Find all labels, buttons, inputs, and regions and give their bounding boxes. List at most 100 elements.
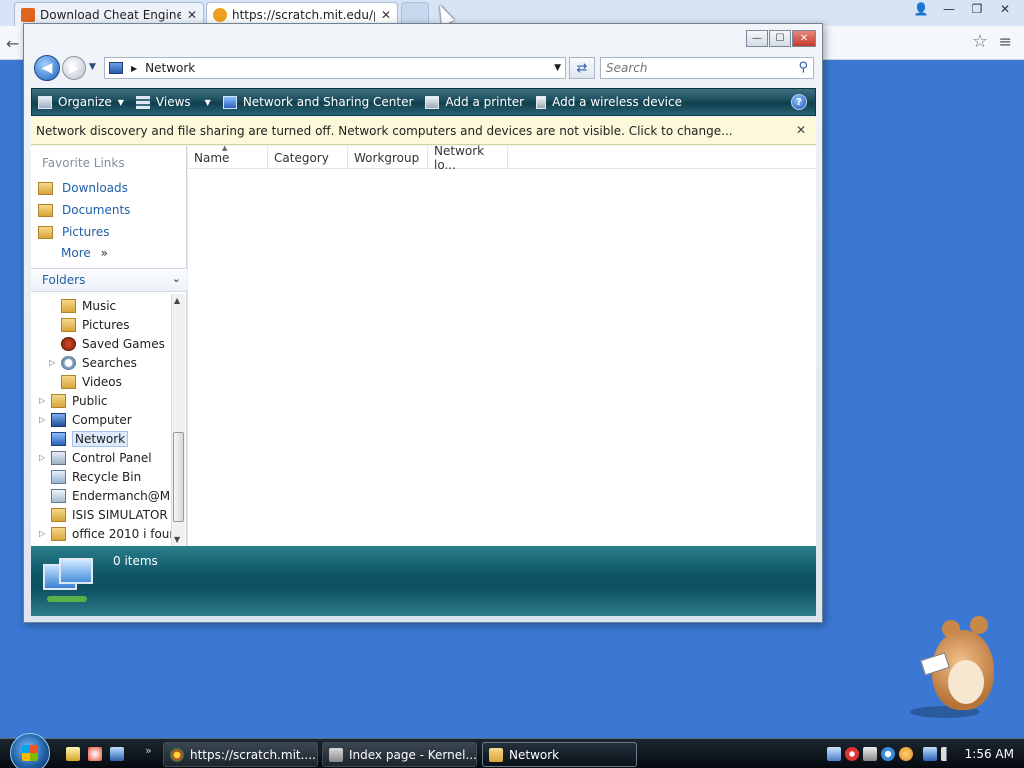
- expand-arrow-icon[interactable]: ▷: [39, 529, 49, 538]
- tree-item-pictures[interactable]: Pictures: [49, 315, 130, 334]
- refresh-button[interactable]: ⇄: [569, 57, 595, 79]
- infobar-message[interactable]: Network discovery and file sharing are t…: [36, 124, 733, 138]
- quicklaunch-app-icon[interactable]: [66, 747, 80, 761]
- tray-app-icon[interactable]: [826, 747, 841, 761]
- scrollbar-thumb[interactable]: [173, 432, 184, 522]
- recent-pages-dropdown-icon[interactable]: ▼: [89, 62, 96, 72]
- search-input[interactable]: [601, 58, 781, 78]
- quicklaunch-browser-icon[interactable]: [88, 747, 102, 761]
- tree-item-public[interactable]: ▷ Public: [39, 391, 108, 410]
- tree-item-saved-games[interactable]: Saved Games: [49, 334, 165, 353]
- favorite-link-documents[interactable]: Documents: [38, 201, 130, 219]
- column-label: Network lo...: [434, 143, 485, 172]
- network-sharing-center-label: Network and Sharing Center: [242, 95, 414, 109]
- chevron-down-icon[interactable]: ▼: [205, 98, 211, 107]
- expand-arrow-icon[interactable]: ▷: [39, 396, 49, 405]
- show-desktop-icon[interactable]: [110, 747, 124, 761]
- security-alert-icon[interactable]: [844, 747, 859, 761]
- address-dropdown-icon[interactable]: ▼: [554, 63, 561, 73]
- folders-header[interactable]: Folders ⌄: [31, 268, 187, 292]
- expand-arrow-icon[interactable]: ▷: [39, 415, 49, 424]
- minimize-button[interactable]: —: [746, 30, 768, 47]
- chevron-down-icon: ▼: [117, 97, 124, 107]
- network-large-icon: [41, 558, 95, 606]
- browser-minimize-button[interactable]: —: [936, 0, 962, 18]
- tree-item-recycle-bin[interactable]: Recycle Bin: [39, 467, 141, 486]
- cheat-engine-favicon-icon: [21, 7, 35, 22]
- quicklaunch-more-icon[interactable]: »: [145, 744, 152, 757]
- start-button[interactable]: [10, 733, 50, 768]
- organize-button[interactable]: Organize ▼: [32, 95, 130, 109]
- clock[interactable]: 1:56 AM: [965, 747, 1014, 761]
- address-bar[interactable]: ▶ Network ▼: [104, 57, 566, 79]
- browser-menu-icon[interactable]: ≡: [999, 32, 1012, 51]
- close-button[interactable]: ✕: [792, 30, 816, 47]
- taskbar-button-network[interactable]: Network: [482, 742, 637, 767]
- breadcrumb-arrow-icon[interactable]: ▶: [131, 64, 137, 73]
- maximize-button[interactable]: ☐: [769, 30, 791, 47]
- searches-icon: [61, 355, 76, 370]
- tree-item-searches[interactable]: ▷ Searches: [49, 353, 137, 372]
- breadcrumb-network[interactable]: Network: [145, 61, 195, 75]
- tree-item-music[interactable]: Music: [49, 296, 116, 315]
- more-links-button[interactable]: More »: [61, 246, 108, 260]
- tree-item-videos[interactable]: Videos: [49, 372, 122, 391]
- browser-close-button[interactable]: ✕: [992, 0, 1018, 18]
- tree-item-office-2010[interactable]: ▷ office 2010 i found: [39, 524, 171, 543]
- forward-button[interactable]: ▶: [62, 56, 86, 80]
- tree-item-user-folder[interactable]: Endermanch@ME: [39, 486, 171, 505]
- tree-item-computer[interactable]: ▷ Computer: [39, 410, 132, 429]
- tab-close-icon[interactable]: ✕: [381, 8, 391, 22]
- favorite-link-label: Documents: [62, 203, 131, 217]
- tray-search-icon[interactable]: [898, 747, 913, 761]
- browser-back-icon[interactable]: ←: [6, 34, 19, 53]
- tab-close-icon[interactable]: ✕: [187, 8, 197, 22]
- scroll-down-icon[interactable]: ▼: [174, 535, 180, 544]
- taskbar-button-scratch[interactable]: https://scratch.mit....: [163, 742, 318, 767]
- column-header-name[interactable]: ▲ Name: [188, 144, 268, 169]
- column-label: Workgroup: [354, 150, 420, 165]
- browser-restore-button[interactable]: ❐: [964, 0, 990, 18]
- add-printer-button[interactable]: Add a printer: [419, 95, 530, 109]
- tree-item-label: Music: [82, 298, 117, 313]
- bookmark-star-icon[interactable]: ☆: [972, 31, 988, 52]
- network-discovery-infobar[interactable]: Network discovery and file sharing are t…: [31, 117, 816, 145]
- tree-item-label: Recycle Bin: [72, 469, 142, 484]
- network-sharing-center-button[interactable]: Network and Sharing Center: [217, 95, 420, 109]
- column-header-network-location[interactable]: Network lo...: [428, 143, 508, 172]
- folder-icon: [489, 747, 503, 762]
- search-icon[interactable]: ⚲: [798, 60, 808, 75]
- favorite-link-downloads[interactable]: Downloads: [38, 179, 128, 197]
- volume-icon[interactable]: [940, 747, 955, 761]
- tree-item-label: Saved Games: [82, 336, 165, 351]
- views-button[interactable]: Views ▼: [130, 95, 217, 109]
- column-header-workgroup[interactable]: Workgroup: [348, 146, 428, 169]
- expand-arrow-icon[interactable]: ▷: [49, 358, 59, 367]
- tree-item-isis-simulator[interactable]: ISIS SIMULATOR: [39, 505, 168, 524]
- tree-item-network[interactable]: Network: [39, 429, 129, 448]
- windows-logo-icon: [22, 745, 38, 761]
- help-icon[interactable]: ?: [791, 94, 807, 110]
- favorite-link-label: Pictures: [62, 225, 110, 239]
- file-list-pane[interactable]: ▲ Name Category Workgroup Network lo...: [188, 143, 816, 546]
- scroll-up-icon[interactable]: ▲: [174, 296, 180, 305]
- back-button[interactable]: ◀: [34, 55, 60, 81]
- profile-icon[interactable]: 👤: [908, 0, 934, 18]
- favorite-link-pictures[interactable]: Pictures: [38, 223, 110, 241]
- infobar-close-icon[interactable]: ✕: [796, 123, 806, 137]
- column-header-category[interactable]: Category: [268, 146, 348, 169]
- taskbar-button-kernel[interactable]: Index page - Kernel...: [322, 742, 477, 767]
- network-sharing-icon: [222, 95, 237, 109]
- hamster-mascot: [910, 612, 1010, 722]
- folder-tree-scrollbar[interactable]: ▲ ▼: [171, 294, 185, 546]
- add-wireless-device-button[interactable]: Add a wireless device: [530, 95, 688, 109]
- address-row: ◀ ▶ ▼ ▶ Network ▼ ⇄ ⚲: [32, 55, 816, 81]
- window-controls: — ☐ ✕: [745, 30, 816, 47]
- chevron-down-icon[interactable]: ⌄: [172, 272, 181, 285]
- expand-arrow-icon[interactable]: ▷: [39, 453, 49, 462]
- tray-blue-icon[interactable]: [880, 747, 895, 761]
- network-tray-icon[interactable]: [922, 747, 937, 761]
- tree-item-label: ISIS SIMULATOR: [72, 507, 168, 522]
- tray-tool-icon[interactable]: [862, 747, 877, 761]
- tree-item-control-panel[interactable]: ▷ Control Panel: [39, 448, 152, 467]
